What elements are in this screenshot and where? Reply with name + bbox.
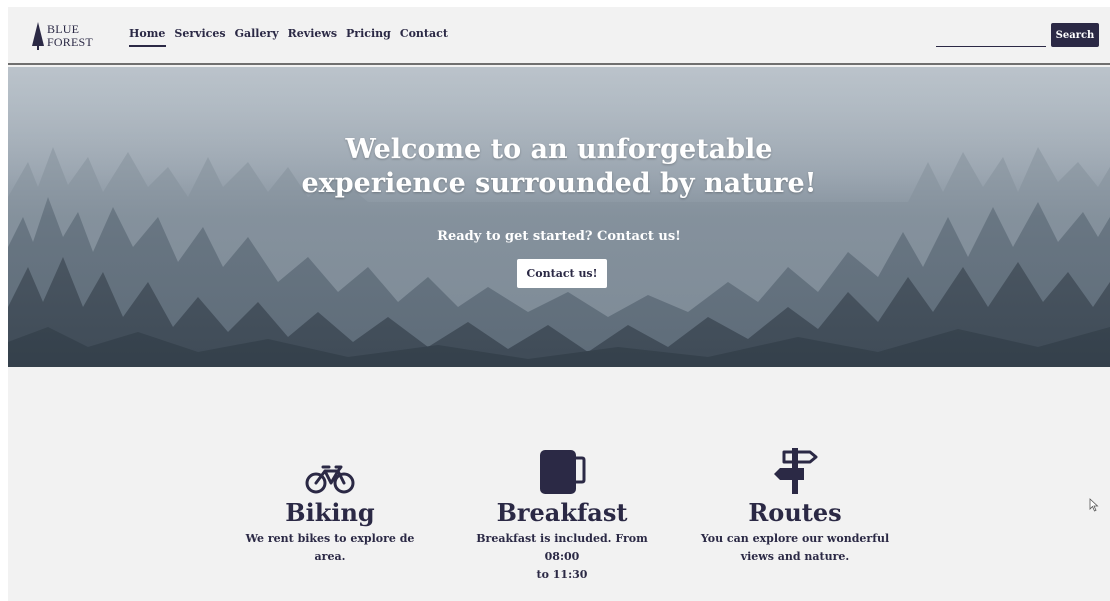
feature-title-breakfast: Breakfast bbox=[496, 498, 628, 527]
feature-breakfast: Breakfast Breakfast is included. From 08… bbox=[462, 444, 662, 584]
feature-text-biking-line-1: We rent bikes to explore de area. bbox=[245, 532, 415, 563]
feature-title-biking: Biking bbox=[285, 498, 375, 527]
brand-logo[interactable]: BLUE FOREST bbox=[32, 21, 112, 51]
nav-item-contact[interactable]: Contact bbox=[400, 27, 453, 47]
feature-text-breakfast: Breakfast is included. From 08:00 to 11:… bbox=[462, 530, 662, 584]
hero-title-line-2: experience surrounded by nature! bbox=[301, 168, 817, 199]
feature-routes: Routes You can explore our wonderful vie… bbox=[695, 444, 895, 566]
nav-item-home[interactable]: Home bbox=[129, 27, 170, 47]
contact-us-button[interactable]: Contact us! bbox=[517, 259, 607, 288]
feature-text-routes: You can explore our wonderful views and … bbox=[695, 530, 895, 566]
nav-item-services[interactable]: Services bbox=[174, 27, 230, 47]
nav-item-reviews[interactable]: Reviews bbox=[288, 27, 342, 47]
hero-title: Welcome to an unforgetable experience su… bbox=[8, 133, 1110, 201]
search-input[interactable] bbox=[936, 29, 1046, 47]
search-button[interactable]: Search bbox=[1051, 23, 1099, 47]
feature-text-breakfast-line-2: to 11:30 bbox=[536, 568, 588, 581]
feature-text-breakfast-line-1: Breakfast is included. From 08:00 bbox=[476, 532, 648, 563]
hero-title-line-1: Welcome to an unforgetable bbox=[345, 134, 773, 165]
navbar: BLUE FOREST Home Services Gallery Review… bbox=[8, 7, 1110, 65]
hero-banner: Welcome to an unforgetable experience su… bbox=[8, 67, 1110, 367]
page: BLUE FOREST Home Services Gallery Review… bbox=[8, 7, 1110, 601]
feature-text-biking: We rent bikes to explore de area. bbox=[230, 530, 430, 566]
tree-icon bbox=[32, 22, 44, 50]
forest-background-image bbox=[8, 67, 1110, 367]
hero-subtitle: Ready to get started? Contact us! bbox=[437, 229, 681, 244]
bicycle-icon bbox=[305, 465, 355, 494]
mouse-cursor-icon bbox=[1089, 498, 1099, 512]
mug-icon bbox=[540, 450, 586, 494]
brand-name: BLUE FOREST bbox=[47, 23, 93, 49]
nav-menu: Home Services Gallery Reviews Pricing Co… bbox=[129, 27, 457, 47]
nav-item-gallery[interactable]: Gallery bbox=[235, 27, 284, 47]
brand-line-2: FOREST bbox=[47, 35, 93, 49]
feature-title-routes: Routes bbox=[748, 498, 842, 527]
feature-text-routes-line-2: views and nature. bbox=[740, 550, 850, 563]
feature-text-routes-line-1: You can explore our wonderful bbox=[700, 532, 890, 545]
feature-biking: Biking We rent bikes to explore de area. bbox=[230, 444, 430, 566]
nav-item-pricing[interactable]: Pricing bbox=[346, 27, 396, 47]
signpost-icon bbox=[774, 448, 818, 494]
